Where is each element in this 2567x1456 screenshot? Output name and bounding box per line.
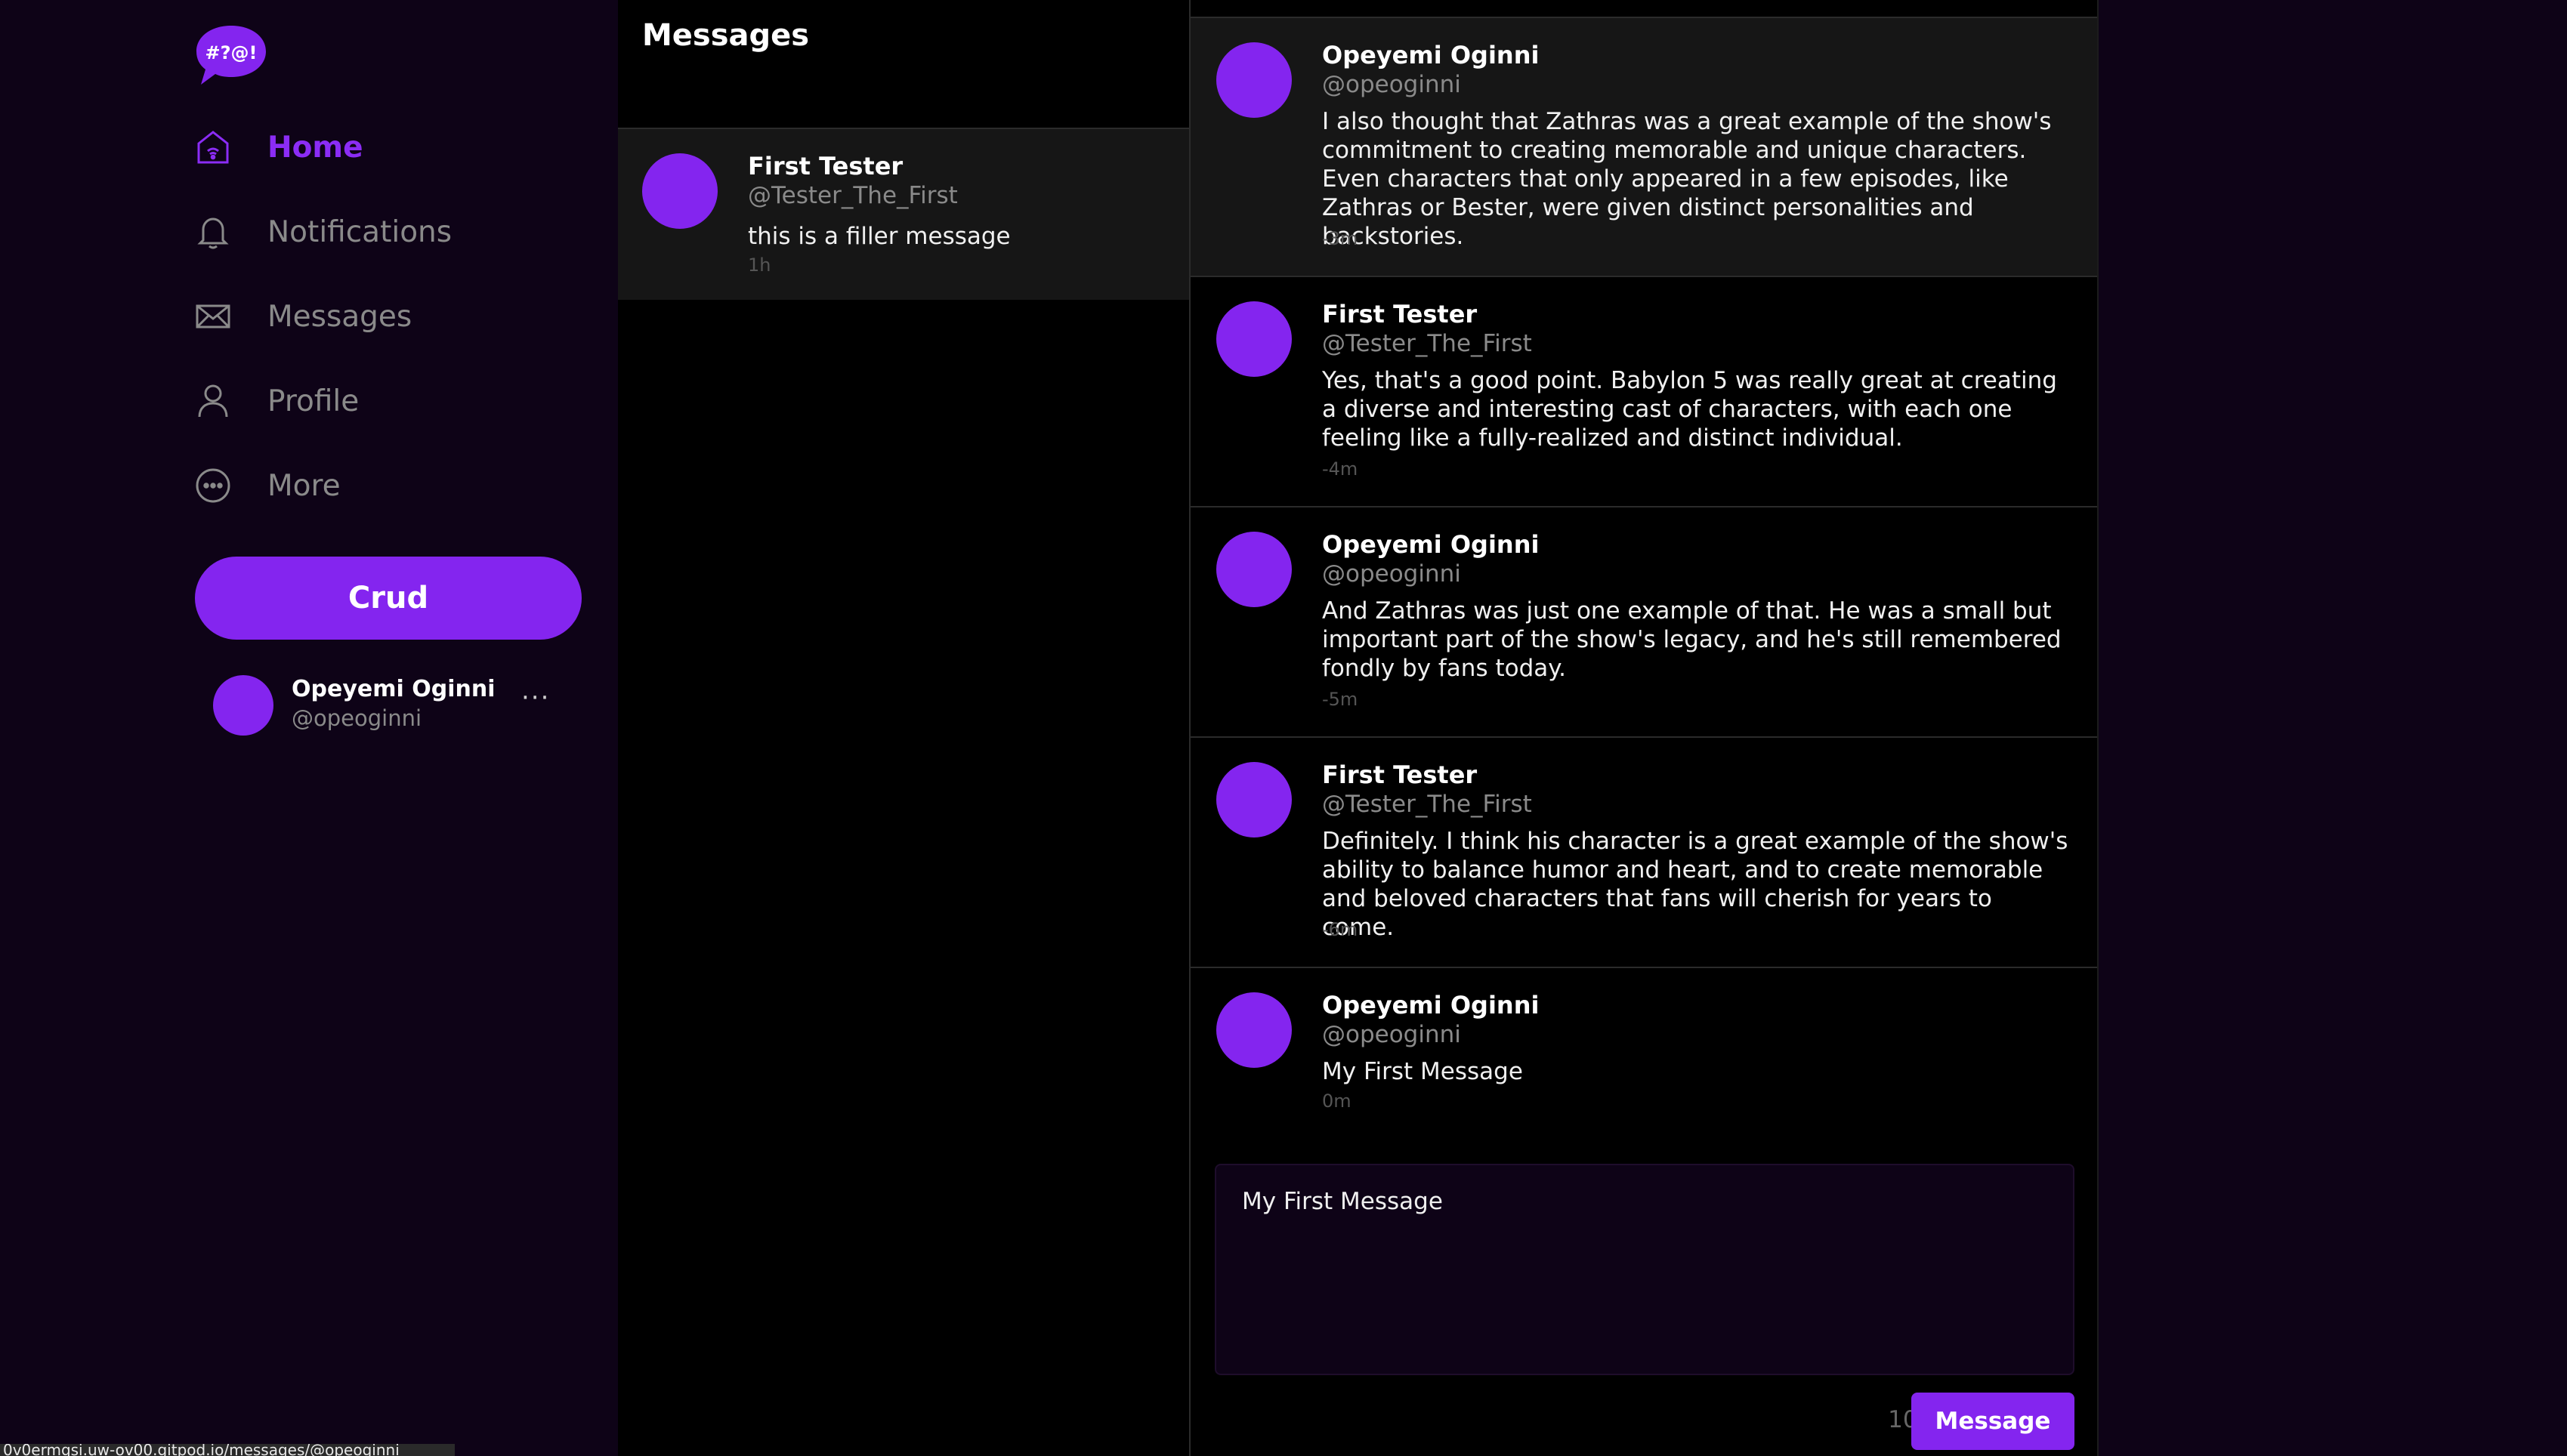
crud-button[interactable]: Crud [195, 557, 582, 640]
avatar [1216, 301, 1292, 377]
message-composer-input[interactable]: My First Message [1215, 1164, 2074, 1375]
avatar [1216, 762, 1292, 838]
avatar [642, 153, 718, 229]
message-text: Definitely. I think his character is a g… [1322, 828, 2068, 941]
more-circle-icon [193, 465, 233, 506]
app-root: #?@! Home Notifications Messages Profile… [0, 0, 2567, 1456]
message-time: -6m [1322, 919, 1358, 940]
avatar [1216, 992, 1292, 1068]
conversation-handle: @Tester_The_First [748, 182, 958, 209]
message-author-handle: @opeoginni [1322, 1021, 1461, 1048]
account-handle: @opeoginni [292, 705, 422, 731]
status-bar-url: 0v0ermgsi.uw-ov00.gitpod.io/messages/@op… [0, 1444, 455, 1456]
message-author-name: Opeyemi Oginni [1322, 991, 1540, 1020]
message-item: Opeyemi Oginni @opeoginni My First Messa… [1191, 967, 2097, 1140]
page-title: Messages [642, 18, 810, 53]
bell-icon [193, 211, 233, 252]
envelope-icon [193, 296, 233, 337]
message-author-handle: @opeoginni [1322, 560, 1461, 588]
message-text: My First Message [1322, 1058, 1523, 1085]
message-text: And Zathras was just one example of that… [1322, 597, 2062, 682]
svg-text:#?@!: #?@! [205, 42, 258, 63]
avatar [1216, 42, 1292, 118]
message-time: -4m [1322, 458, 1358, 480]
nav-profile-label: Profile [267, 384, 360, 418]
message-time: 0m [1322, 1090, 1351, 1112]
account-switcher[interactable]: Opeyemi Oginni @opeoginni ··· [213, 672, 568, 740]
send-message-button[interactable]: Message [1911, 1393, 2074, 1450]
conversation-item[interactable]: First Tester @Tester_The_First this is a… [618, 129, 1189, 300]
right-pane [2099, 0, 2567, 1456]
message-item: First Tester @Tester_The_First Yes, that… [1191, 276, 2097, 506]
message-author-name: First Tester [1322, 760, 1478, 789]
sidebar: #?@! Home Notifications Messages Profile… [0, 0, 618, 1456]
message-author-handle: @Tester_The_First [1322, 791, 1532, 818]
nav-home[interactable]: Home [193, 113, 555, 181]
message-author-handle: @opeoginni [1322, 71, 1461, 98]
messages-list-column: Messages First Tester @Tester_The_First … [618, 0, 1191, 1456]
message-time: -5m [1322, 689, 1358, 710]
conversation-time: 1h [748, 254, 771, 276]
message-author-handle: @Tester_The_First [1322, 330, 1532, 357]
thread-column: Opeyemi Oginni @opeoginni I also thought… [1191, 0, 2099, 1456]
message-item: First Tester @Tester_The_First Definitel… [1191, 736, 2097, 967]
home-icon [193, 127, 233, 168]
nav-more-label: More [267, 468, 341, 503]
conversation-preview: this is a filler message [748, 223, 1011, 250]
message-item: Opeyemi Oginni @opeoginni I also thought… [1191, 17, 2097, 276]
logo-icon[interactable]: #?@! [195, 23, 267, 88]
message-time: -3m [1322, 228, 1358, 249]
nav-profile[interactable]: Profile [193, 367, 555, 435]
nav-notifications[interactable]: Notifications [193, 198, 555, 266]
message-text: I also thought that Zathras was a great … [1322, 108, 2052, 250]
user-icon [193, 381, 233, 421]
account-more-icon[interactable]: ··· [521, 683, 550, 713]
avatar [213, 675, 273, 736]
message-author-name: Opeyemi Oginni [1322, 41, 1540, 69]
message-author-name: Opeyemi Oginni [1322, 530, 1540, 559]
message-item: Opeyemi Oginni @opeoginni And Zathras wa… [1191, 506, 2097, 736]
nav-messages[interactable]: Messages [193, 282, 555, 350]
avatar [1216, 532, 1292, 607]
nav-messages-label: Messages [267, 299, 412, 334]
nav-home-label: Home [267, 130, 363, 165]
nav-more[interactable]: More [193, 452, 555, 520]
nav-notifications-label: Notifications [267, 214, 453, 249]
conversation-name: First Tester [748, 152, 904, 180]
account-name: Opeyemi Oginni [292, 676, 496, 702]
message-text: Yes, that's a good point. Babylon 5 was … [1322, 367, 2057, 452]
message-author-name: First Tester [1322, 300, 1478, 329]
